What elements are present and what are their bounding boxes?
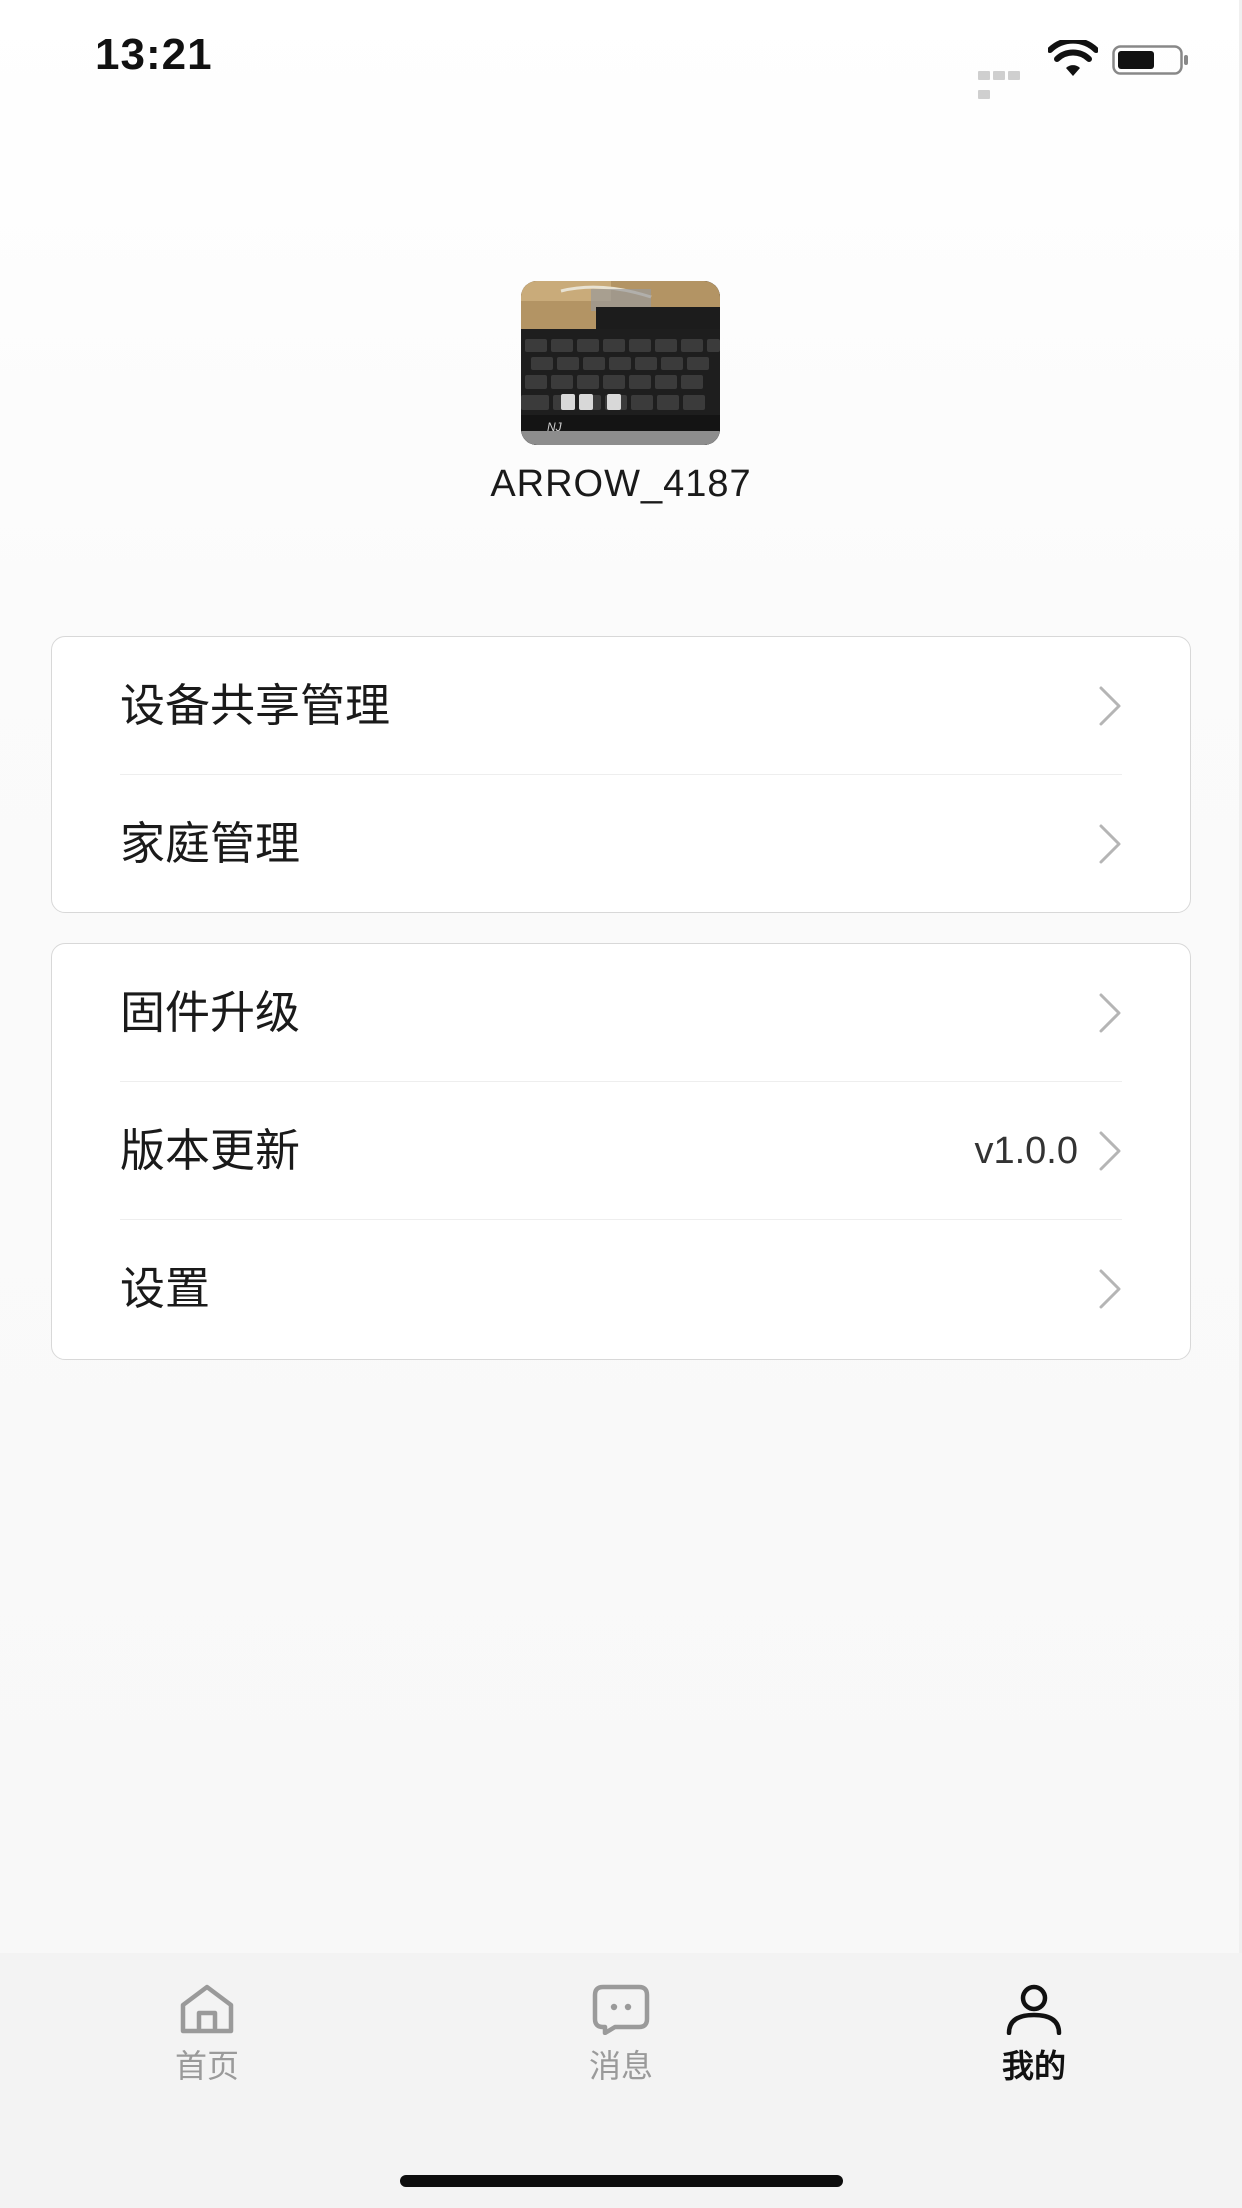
version-value: v1.0.0 — [974, 1130, 1078, 1172]
avatar[interactable]: NJ — [521, 281, 720, 445]
status-time: 13:21 — [95, 30, 213, 79]
menu-item-firmware-upgrade[interactable]: 固件升级 — [52, 944, 1190, 1082]
chevron-right-icon — [1099, 1131, 1121, 1171]
menu-card-system: 固件升级 版本更新 v1.0.0 设置 — [51, 943, 1191, 1360]
home-indicator — [400, 2175, 843, 2187]
user-icon — [1006, 1984, 1062, 2035]
chevron-right-icon — [1099, 686, 1121, 726]
battery-icon — [1112, 45, 1188, 75]
cellular-signal-icon — [978, 65, 1036, 99]
menu-item-label: 设置 — [120, 1262, 211, 1315]
menu-item-label: 固件升级 — [120, 986, 301, 1039]
message-icon — [592, 1984, 650, 2035]
username: ARROW_4187 — [490, 463, 752, 505]
chevron-right-icon — [1099, 993, 1121, 1033]
menu-item-device-sharing[interactable]: 设备共享管理 — [52, 637, 1190, 775]
tab-label: 首页 — [174, 2047, 239, 2085]
status-bar: 13:21 — [0, 0, 1242, 120]
home-icon — [180, 1984, 234, 2034]
menu-card-account: 设备共享管理 家庭管理 — [51, 636, 1191, 913]
tab-mine[interactable]: 我的 — [934, 1983, 1134, 2103]
menu-item-version-update[interactable]: 版本更新 v1.0.0 — [52, 1082, 1190, 1220]
tab-messages[interactable]: 消息 — [521, 1983, 721, 2103]
tab-bar: 首页 消息 我的 — [0, 1953, 1242, 2208]
menu-item-label: 家庭管理 — [120, 817, 301, 870]
chevron-right-icon — [1099, 1269, 1121, 1309]
avatar-keyboard-image: NJ — [521, 281, 720, 445]
wifi-icon — [1048, 40, 1098, 76]
menu-item-label: 版本更新 — [120, 1124, 301, 1177]
menu-item-label: 设备共享管理 — [120, 679, 391, 732]
menu-item-settings[interactable]: 设置 — [52, 1220, 1190, 1358]
tab-label: 消息 — [588, 2047, 653, 2085]
chevron-right-icon — [1099, 824, 1121, 864]
tab-home[interactable]: 首页 — [107, 1983, 307, 2103]
menu-item-family-management[interactable]: 家庭管理 — [52, 775, 1190, 913]
mine-screen: 13:21 NJ ARROW_4187 设备共享管理 家庭管理 固件升级 版本更… — [0, 0, 1242, 2208]
tab-label: 我的 — [1001, 2047, 1066, 2085]
